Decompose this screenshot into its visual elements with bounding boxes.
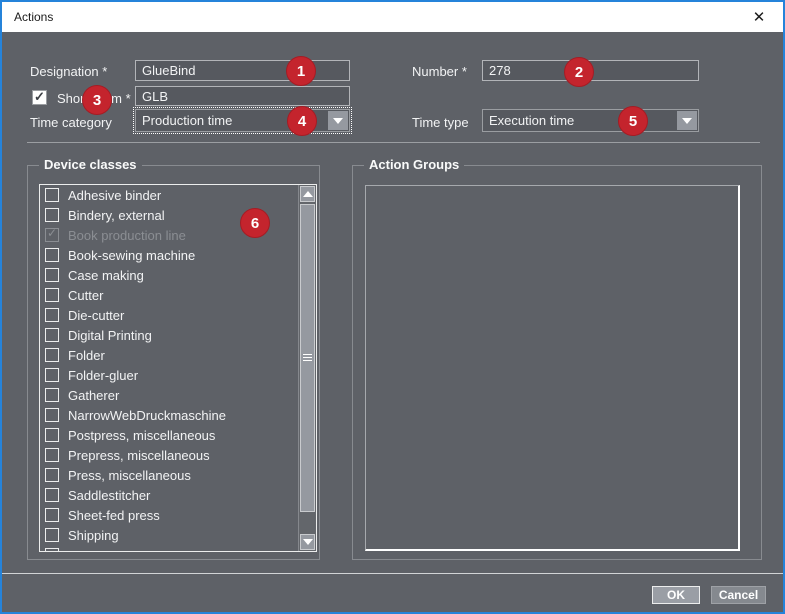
device-class-row[interactable]: Press, miscellaneous (40, 465, 298, 485)
device-class-label: Folder-gluer (68, 367, 139, 383)
ok-button[interactable]: OK (652, 586, 700, 604)
time-type-label: Time type (412, 115, 469, 130)
device-class-row[interactable]: Case making (40, 265, 298, 285)
scroll-down-button[interactable] (300, 534, 315, 550)
device-class-row[interactable]: Die-cutter (40, 305, 298, 325)
chevron-down-icon (333, 117, 343, 124)
cancel-button[interactable]: Cancel (711, 586, 766, 604)
vertical-scrollbar[interactable] (298, 185, 316, 551)
device-class-checkbox[interactable] (45, 208, 59, 222)
device-class-row[interactable]: Folder-gluer (40, 365, 298, 385)
device-class-checkbox[interactable] (45, 348, 59, 362)
device-class-row[interactable]: Sheet-fed press (40, 505, 298, 525)
number-label: Number * (412, 64, 467, 79)
device-class-label: Book-sewing machine (68, 247, 196, 263)
device-class-checkbox[interactable] (45, 388, 59, 402)
scroll-up-button[interactable] (300, 186, 315, 202)
device-class-checkbox[interactable] (45, 408, 59, 422)
device-class-label: Book production line (68, 227, 186, 243)
chevron-down-icon (682, 117, 692, 124)
short-form-input[interactable] (135, 86, 350, 106)
annotation-badge-6: 6 (240, 208, 270, 238)
device-class-label: Folder (68, 347, 105, 363)
action-groups-title: Action Groups (364, 157, 465, 172)
device-class-label: Cutter (68, 287, 104, 303)
short-form-checkbox[interactable] (32, 89, 47, 105)
scrollbar-thumb[interactable] (300, 204, 315, 512)
device-class-row[interactable]: Saddlestitcher (40, 485, 298, 505)
device-class-row[interactable]: NarrowWebDruckmaschine (40, 405, 298, 425)
footer-divider (2, 573, 783, 574)
device-class-label: Press, miscellaneous (68, 467, 191, 483)
device-class-label: NarrowWebDruckmaschine (68, 407, 226, 423)
device-class-label: Gatherer (68, 387, 120, 403)
device-classes-listbox: Adhesive binder Bindery, external Book p… (39, 184, 317, 552)
device-classes-title: Device classes (39, 157, 142, 172)
device-class-row[interactable]: Book-sewing machine (40, 245, 298, 265)
designation-input[interactable] (135, 60, 350, 81)
time-category-value: Production time (142, 113, 233, 128)
device-class-checkbox[interactable] (45, 508, 59, 522)
device-class-label: Postpress, miscellaneous (68, 427, 216, 443)
device-class-checkbox[interactable] (45, 226, 59, 242)
device-class-row[interactable]: Folder (40, 345, 298, 365)
device-class-checkbox[interactable] (45, 368, 59, 382)
device-class-checkbox[interactable] (45, 188, 59, 202)
titlebar: Actions ✕ (2, 2, 783, 32)
device-class-checkbox[interactable] (45, 328, 59, 342)
device-class-checkbox[interactable] (45, 308, 59, 322)
device-class-label: Case making (68, 267, 144, 283)
device-class-row[interactable]: Digital Printing (40, 325, 298, 345)
device-class-checkbox[interactable] (45, 488, 59, 502)
device-class-checkbox[interactable] (45, 528, 59, 542)
device-class-row[interactable]: Shipping (40, 525, 298, 545)
device-class-label: Bindery, external (68, 207, 165, 223)
device-class-checkbox[interactable] (45, 428, 59, 442)
time-category-dropdown[interactable]: Production time (133, 107, 352, 134)
device-class-label: Shipping (68, 527, 119, 543)
device-classes-groupbox: Device classes Adhesive binder Bindery, … (27, 157, 320, 560)
device-class-row[interactable]: Prepress, miscellaneous (40, 445, 298, 465)
device-class-label: Prepress, miscellaneous (68, 447, 210, 463)
device-class-label: Saddlestitcher (68, 487, 151, 503)
time-category-label: Time category (30, 115, 112, 130)
device-class-row[interactable]: Postpress, miscellaneous (40, 425, 298, 445)
window-title: Actions (14, 10, 54, 24)
device-class-checkbox[interactable] (45, 468, 59, 482)
annotation-badge-2: 2 (564, 57, 594, 87)
device-class-label: Die-cutter (68, 307, 125, 323)
device-class-row[interactable]: Cutter (40, 285, 298, 305)
device-class-row[interactable]: Adhesive binder (40, 185, 298, 205)
triangle-down-icon (302, 539, 313, 545)
device-class-checkbox[interactable] (45, 268, 59, 282)
close-icon[interactable]: ✕ (739, 2, 779, 32)
device-class-row[interactable]: Gatherer (40, 385, 298, 405)
device-class-checkbox[interactable] (45, 448, 59, 462)
form-divider (27, 142, 760, 143)
device-class-label: Digital Printing (68, 327, 152, 343)
triangle-up-icon (302, 191, 313, 197)
annotation-badge-1: 1 (286, 56, 316, 86)
device-class-row[interactable] (40, 545, 298, 551)
annotation-badge-5: 5 (618, 106, 648, 136)
device-class-checkbox[interactable] (45, 248, 59, 262)
time-type-value: Execution time (489, 113, 575, 128)
action-groups-groupbox: Action Groups (352, 157, 762, 560)
actions-dialog: Actions ✕ Designation * Number * Short F… (0, 0, 785, 614)
time-category-dropdown-button[interactable] (328, 111, 348, 130)
time-type-dropdown-button[interactable] (677, 111, 697, 130)
device-class-checkbox[interactable] (45, 288, 59, 302)
designation-label: Designation * (30, 64, 108, 79)
time-type-dropdown[interactable]: Execution time (482, 109, 699, 132)
device-class-label: Adhesive binder (68, 187, 162, 203)
device-class-checkbox[interactable] (45, 548, 59, 551)
annotation-badge-3: 3 (82, 85, 112, 115)
scrollbar-grip-icon (303, 354, 312, 362)
device-class-label: Sheet-fed press (68, 507, 160, 523)
action-groups-list[interactable] (365, 185, 740, 551)
device-class-list: Adhesive binder Bindery, external Book p… (40, 185, 298, 551)
annotation-badge-4: 4 (287, 106, 317, 136)
